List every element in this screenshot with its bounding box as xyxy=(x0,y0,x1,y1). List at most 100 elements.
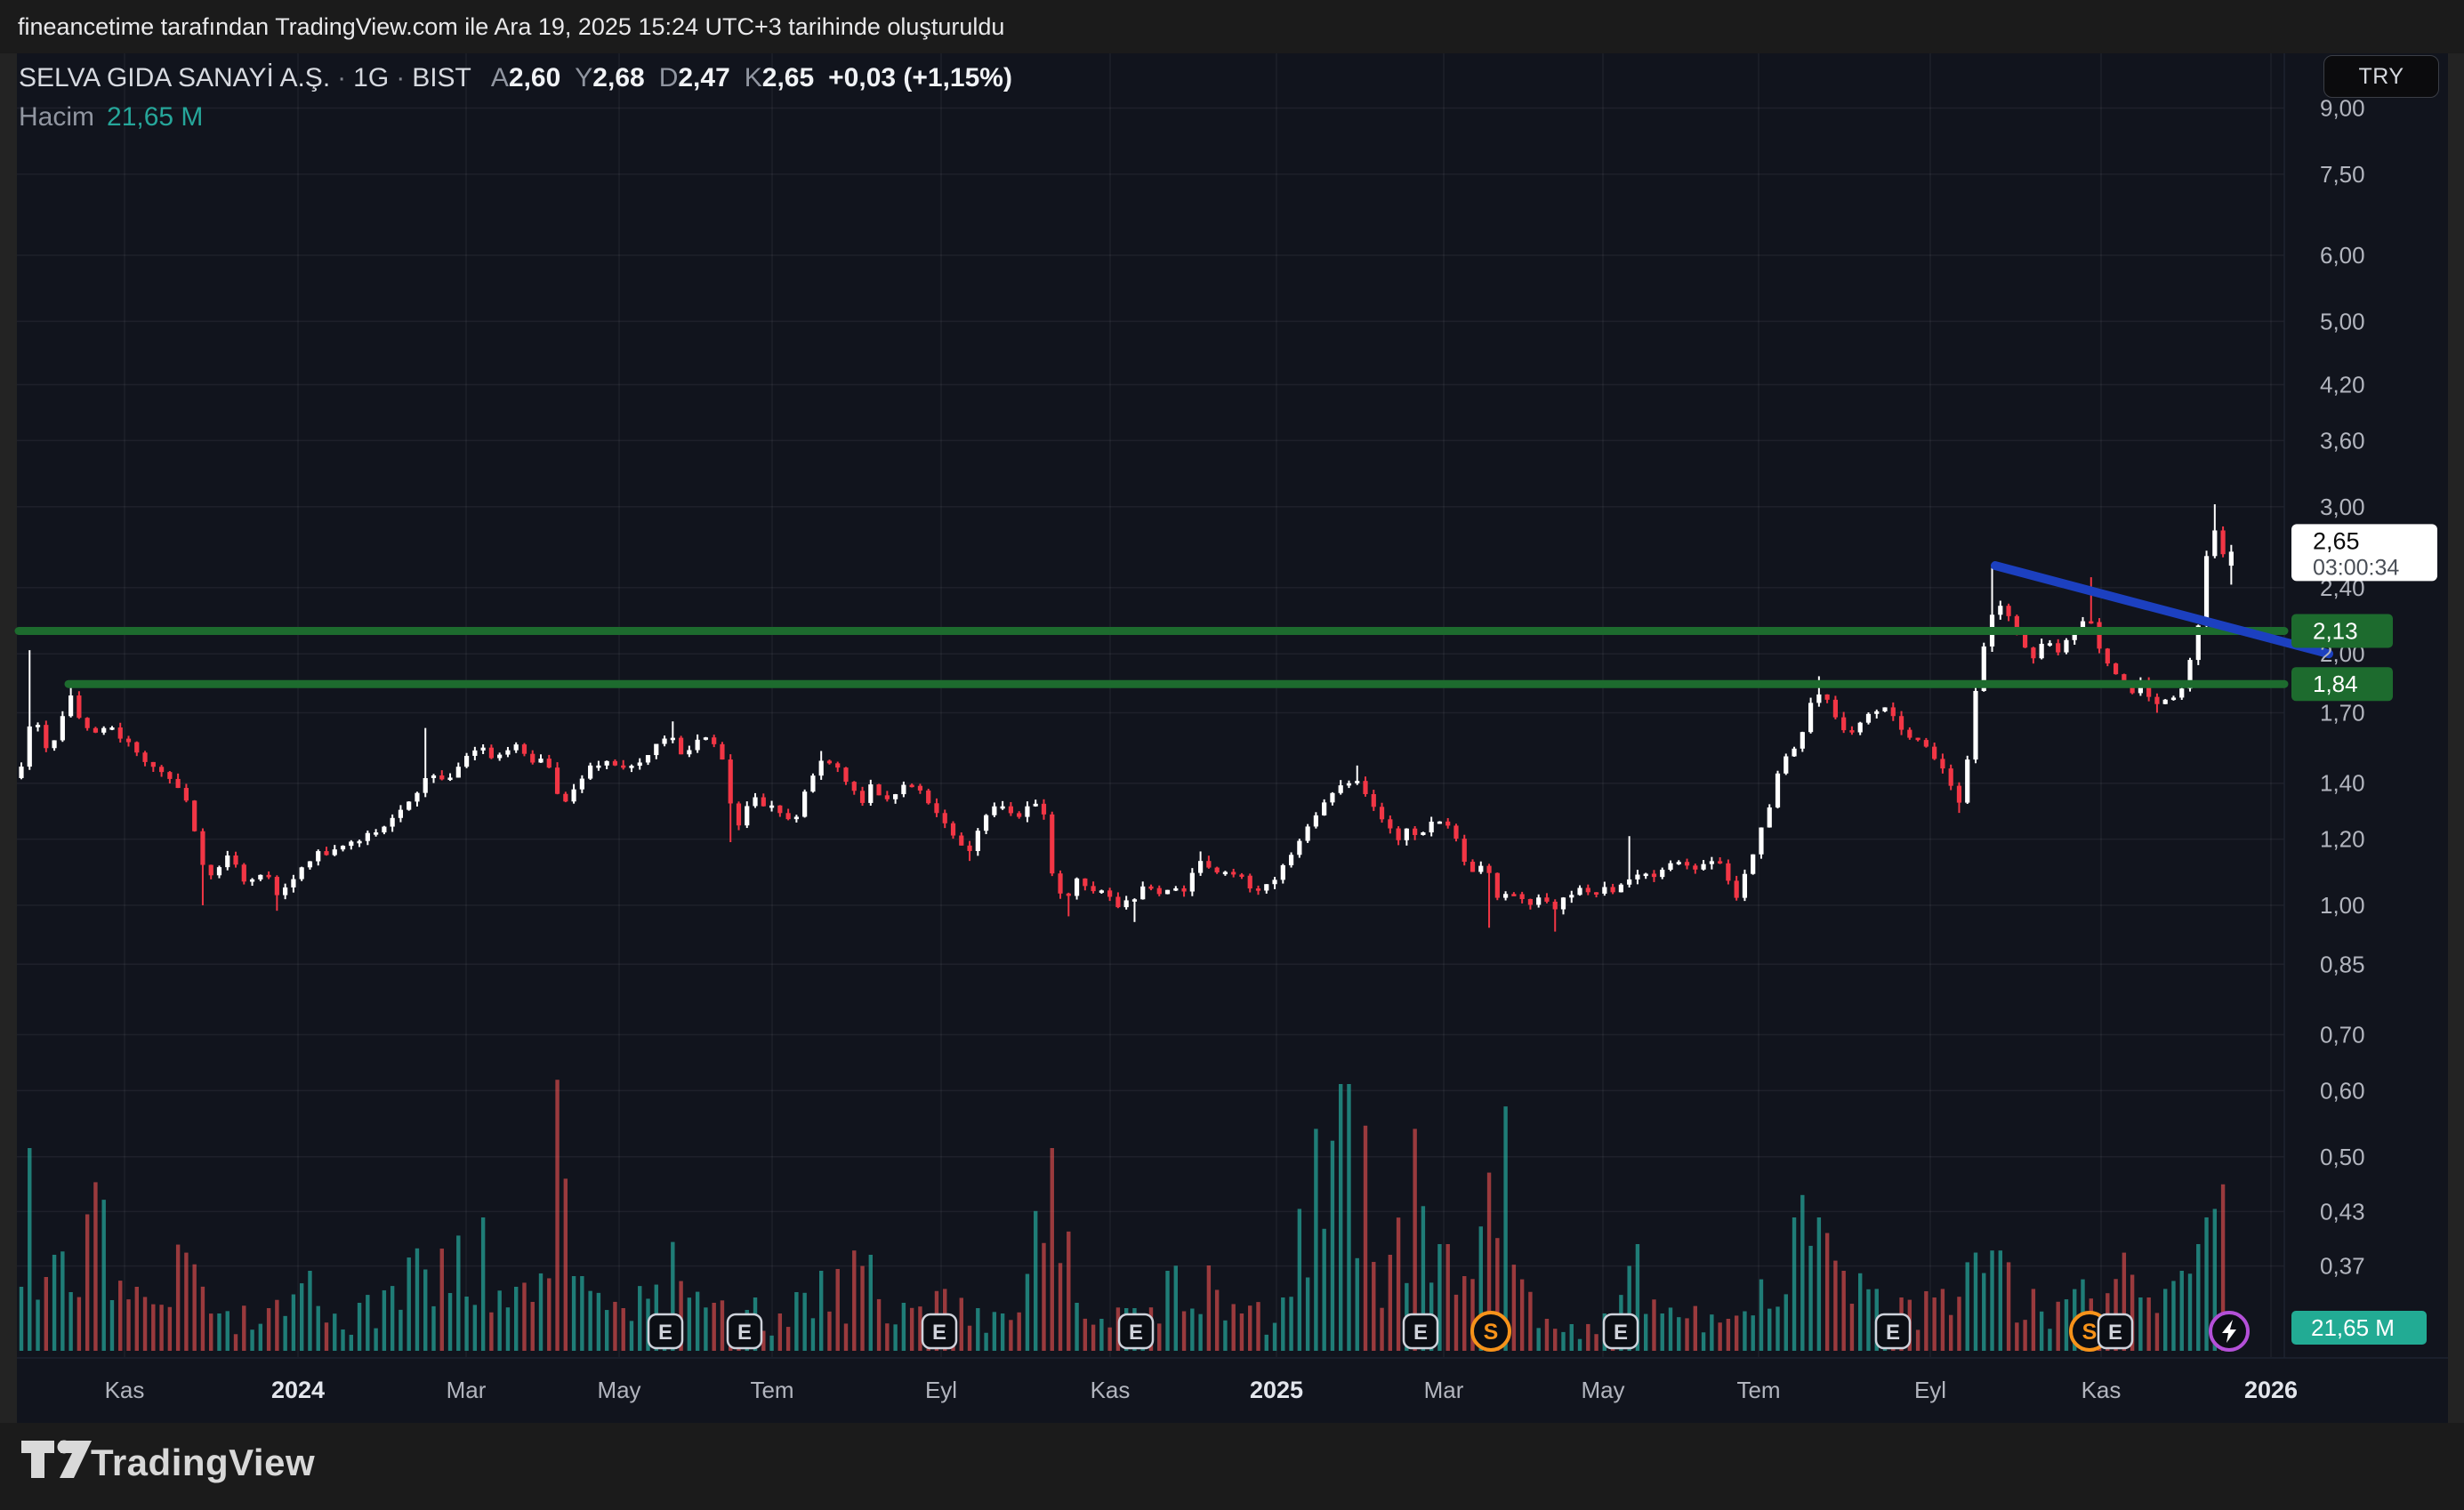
volume-bar xyxy=(909,1307,914,1351)
candle-body xyxy=(266,874,271,878)
price-chart[interactable]: E E E E E S E E S E9,007,506,005,004,203,603,002,… xyxy=(0,0,2464,1510)
low-key: D xyxy=(658,63,679,92)
tradingview-brand-text[interactable]: TradingView xyxy=(91,1442,315,1484)
volume-bar xyxy=(1330,1140,1335,1351)
candle-body xyxy=(324,851,329,855)
candle-body xyxy=(2228,551,2234,566)
volume-bar xyxy=(2031,1289,2036,1351)
candle-body xyxy=(761,797,766,807)
price-tick-label: 0,85 xyxy=(2320,951,2365,977)
earnings-badge[interactable]: E xyxy=(921,1313,958,1350)
volume-bar xyxy=(36,1299,40,1351)
candle-body xyxy=(1280,864,1285,880)
candle-body xyxy=(431,775,437,778)
alert-badge[interactable] xyxy=(2209,1311,2250,1352)
candle-body xyxy=(1413,828,1418,835)
candle-body xyxy=(637,762,642,767)
candle-body xyxy=(60,716,65,741)
volume-bar xyxy=(1824,1233,1830,1351)
candle-body xyxy=(818,760,824,776)
volume-bar xyxy=(382,1289,387,1351)
volume-bar xyxy=(407,1257,411,1351)
candle-body xyxy=(720,743,725,760)
time-tick-label: Kas xyxy=(105,1377,145,1403)
volume-bar xyxy=(563,1178,568,1351)
volume-bar xyxy=(1239,1313,1244,1351)
time-tick-label: Eyl xyxy=(925,1377,957,1403)
volume-bar xyxy=(538,1273,544,1351)
earnings-badge[interactable]: E xyxy=(1402,1313,1439,1350)
candle-body xyxy=(579,778,584,790)
candle-body xyxy=(1247,875,1252,889)
candle-body xyxy=(1470,862,1476,872)
volume-study-label[interactable]: Hacim xyxy=(19,102,94,132)
volume-bar xyxy=(1231,1304,1236,1351)
earnings-badge[interactable]: E xyxy=(1117,1313,1155,1350)
chart-background[interactable] xyxy=(17,53,2448,1423)
exchange-label: BIST xyxy=(412,63,471,92)
candle-body xyxy=(785,813,791,820)
candle-body xyxy=(208,864,213,876)
candle-body xyxy=(793,816,799,820)
candle-body xyxy=(1569,895,1574,898)
volume-bar xyxy=(992,1312,997,1351)
price-tick-label: 0,43 xyxy=(2320,1198,2365,1225)
volume-bar xyxy=(1314,1128,1318,1351)
volume-bar xyxy=(1743,1311,1747,1351)
candle-body xyxy=(382,826,387,833)
interval-label[interactable]: 1G xyxy=(353,63,389,92)
earnings-badge[interactable]: E xyxy=(2097,1313,2134,1350)
volume-bar xyxy=(1165,1271,1170,1351)
price-tick-label: 7,50 xyxy=(2320,161,2365,188)
volume-bar xyxy=(275,1299,279,1351)
volume-bar xyxy=(456,1235,461,1351)
volume-bar xyxy=(1751,1315,1755,1351)
candle-body xyxy=(1421,832,1426,835)
candle-body xyxy=(826,760,833,764)
volume-bar xyxy=(1347,1084,1351,1351)
volume-bar xyxy=(1965,1262,1969,1351)
candle-body xyxy=(316,851,321,862)
candle-body xyxy=(1602,887,1607,894)
candle-body xyxy=(2170,697,2177,701)
candle-body xyxy=(645,755,651,763)
symbol-title[interactable]: SELVA GIDA SANAYİ A.Ş. xyxy=(19,63,330,92)
candle-body xyxy=(2179,688,2185,698)
volume-bar xyxy=(1372,1262,1376,1351)
volume-bar xyxy=(366,1295,370,1351)
volume-bar xyxy=(530,1301,535,1351)
volume-bar xyxy=(167,1306,173,1351)
volume-bar xyxy=(2056,1301,2060,1351)
volume-bar xyxy=(175,1244,181,1351)
candle-body xyxy=(992,806,997,815)
price-tick-label: 4,20 xyxy=(2320,371,2365,398)
split-badge-letter: S xyxy=(2082,1320,2098,1345)
candle-body xyxy=(1503,894,1509,898)
candle-body xyxy=(1041,803,1047,815)
candle-body xyxy=(365,832,370,841)
volume-bar xyxy=(233,1334,238,1351)
currency-toggle-button[interactable]: TRY xyxy=(2323,55,2439,98)
earnings-badge[interactable]: E xyxy=(1874,1313,1912,1350)
candle-body xyxy=(274,877,279,896)
volume-bar xyxy=(60,1251,65,1351)
countdown-text: 03:00:34 xyxy=(2313,555,2399,580)
candle-body xyxy=(612,760,618,766)
candle-body xyxy=(670,737,675,741)
volume-bar xyxy=(695,1291,700,1351)
candle-body xyxy=(1164,889,1171,895)
candle-body xyxy=(1305,826,1310,841)
earnings-badge[interactable]: E xyxy=(1602,1313,1639,1350)
candle-body xyxy=(1816,694,1822,703)
split-badge[interactable]: S xyxy=(1470,1311,1511,1352)
earnings-badge[interactable]: E xyxy=(647,1313,684,1350)
earnings-badge[interactable]: E xyxy=(726,1313,763,1350)
earnings-badge-letter: E xyxy=(658,1321,672,1345)
candle-body xyxy=(859,791,866,803)
candle-body xyxy=(2031,647,2036,659)
earnings-badge-letter: E xyxy=(1129,1321,1143,1345)
low-value: 2,47 xyxy=(678,63,730,92)
volume-bar xyxy=(1099,1319,1104,1351)
candle-body xyxy=(1932,746,1937,759)
volume-bar xyxy=(1214,1289,1220,1351)
